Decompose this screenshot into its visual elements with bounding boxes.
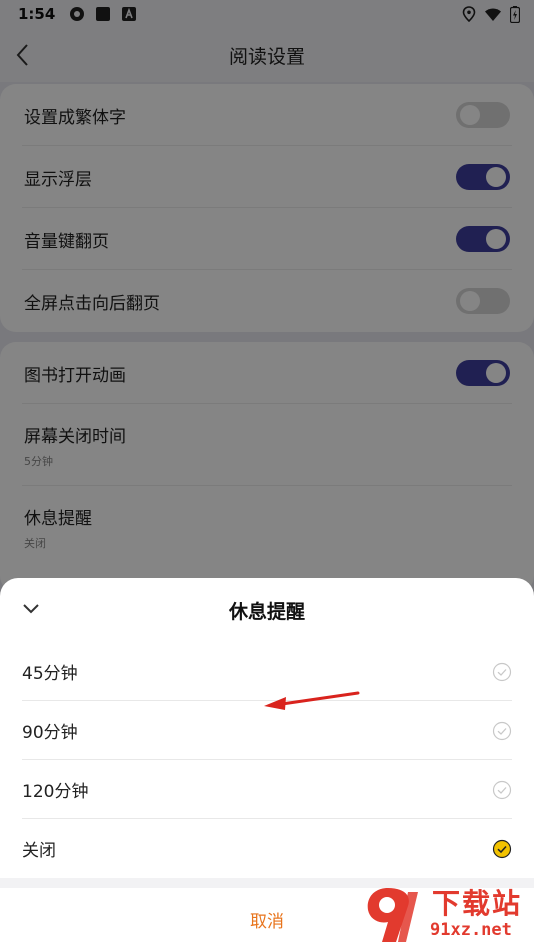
watermark-domain: 91xz.net (430, 920, 512, 940)
watermark-logo-icon (367, 888, 418, 942)
option-label: 45分钟 (22, 664, 78, 684)
option-120-min[interactable]: 120分钟 (0, 760, 534, 819)
unchecked-circle-icon (492, 662, 512, 681)
watermark: 下载站 91xz.net (362, 880, 534, 950)
chevron-down-icon[interactable] (20, 598, 42, 620)
annotation-arrow-icon (264, 691, 360, 710)
watermark-brand: 下载站 (432, 887, 523, 920)
option-label: 90分钟 (22, 723, 78, 743)
checked-circle-icon (492, 839, 512, 858)
unchecked-circle-icon (492, 780, 512, 799)
unchecked-circle-icon (492, 721, 512, 740)
option-off[interactable]: 关闭 (0, 819, 534, 878)
option-label: 120分钟 (22, 782, 89, 802)
option-label: 关闭 (22, 841, 56, 861)
sheet-title: 休息提醒 (228, 600, 305, 623)
sheet-header: 休息提醒 (0, 578, 534, 642)
